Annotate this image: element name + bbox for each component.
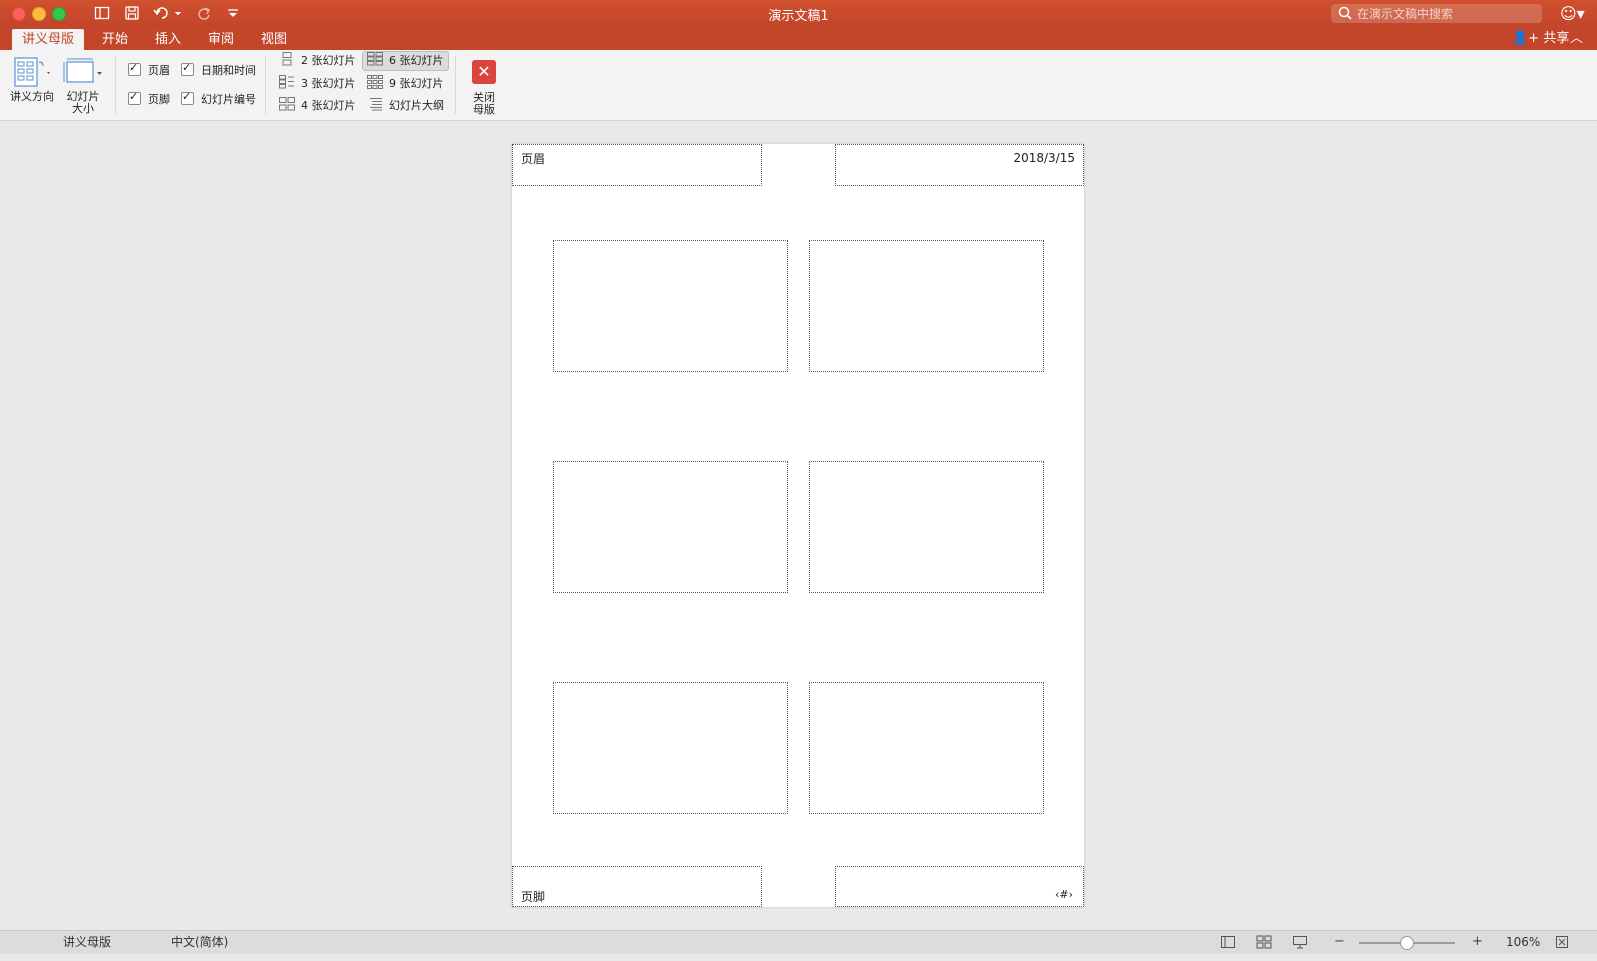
layout-6-slides-icon [367, 52, 383, 66]
normal-view-icon[interactable] [1220, 931, 1236, 961]
tab-review[interactable]: 审阅 [198, 29, 244, 50]
close-window-button[interactable] [12, 7, 26, 21]
date-time-checkbox[interactable]: 日期和时间 [181, 61, 256, 78]
header-checkbox[interactable]: 页眉 [128, 61, 170, 78]
add-person-icon: 👤+ [1512, 31, 1540, 46]
slide-sorter-view-icon[interactable] [1256, 931, 1272, 961]
ribbon-divider [265, 56, 266, 114]
handout-orientation-button[interactable]: 讲义方向 [8, 56, 56, 103]
date-placeholder[interactable]: 2018/3/15 [835, 144, 1084, 186]
search-icon [1337, 4, 1355, 28]
status-view-name: 讲义母版 [63, 935, 112, 949]
slide-thumbnail-placeholder[interactable] [809, 682, 1044, 814]
layout-2-slides-label: 2 张幻灯片 [301, 54, 356, 67]
ribbon-tab-bar: 讲义母版 开始 插入 审阅 视图 👤+ 共享 ︿ [0, 27, 1597, 50]
redo-icon[interactable] [196, 5, 212, 25]
slide-thumbnail-placeholder[interactable] [553, 682, 788, 814]
feedback-smiley-icon[interactable]: ☺▾ [1560, 4, 1585, 23]
status-bar: 讲义母版 中文(简体) − + 106% [0, 930, 1597, 954]
slide-number-checkbox-box[interactable] [181, 90, 194, 105]
status-language[interactable]: 中文(简体) [171, 931, 228, 953]
close-master-label-group[interactable]: 关闭 母版 [464, 92, 504, 116]
outline-icon [367, 97, 383, 111]
date-placeholder-text: 2018/3/15 [1013, 151, 1075, 165]
zoom-slider-thumb[interactable] [1400, 936, 1414, 950]
date-time-checkbox-label: 日期和时间 [201, 64, 256, 77]
share-label: 共享 [1543, 31, 1570, 46]
layout-3-slides-icon [279, 75, 295, 89]
slide-size-label-2: 大小 [72, 102, 94, 115]
handout-orientation-label: 讲义方向 [10, 90, 54, 103]
title-bar: 演示文稿1 ☺▾ [0, 0, 1597, 27]
zoom-out-icon[interactable]: − [1334, 931, 1345, 953]
slide-number-checkbox[interactable]: 幻灯片编号 [181, 90, 256, 107]
layout-outline-label: 幻灯片大纲 [389, 99, 444, 112]
footer-placeholder[interactable]: 页脚 [512, 866, 762, 907]
minimize-window-button[interactable] [32, 7, 46, 21]
header-checkbox-box[interactable] [128, 61, 141, 76]
slide-thumbnail-placeholder[interactable] [809, 461, 1044, 593]
layout-4-slides-icon [279, 97, 295, 111]
tab-insert[interactable]: 插入 [145, 29, 191, 50]
footer-checkbox[interactable]: 页脚 [128, 90, 170, 107]
customize-toolbar-icon[interactable] [226, 5, 240, 25]
ribbon-divider [115, 56, 116, 114]
slideshow-view-icon[interactable] [1292, 931, 1308, 961]
close-master-label-2: 母版 [473, 103, 495, 116]
footer-placeholder-text: 页脚 [521, 890, 546, 904]
layout-2-slides-icon [279, 52, 295, 66]
ribbon-divider [455, 56, 456, 114]
header-checkbox-label: 页眉 [148, 64, 170, 77]
close-icon[interactable]: ✕ [472, 60, 496, 84]
zoom-window-button[interactable] [52, 7, 66, 21]
layout-2-slides-button[interactable]: 2 张幻灯片 [275, 52, 360, 70]
layout-9-slides-button[interactable]: 9 张幻灯片 [363, 75, 448, 93]
layout-outline-button[interactable]: 幻灯片大纲 [363, 97, 448, 115]
slide-number-checkbox-label: 幻灯片编号 [201, 93, 256, 106]
slide-number-placeholder-text: ‹#› [1054, 888, 1073, 901]
zoom-percentage[interactable]: 106% [1506, 931, 1540, 953]
collapse-ribbon-chevron-icon[interactable]: ︿ [1570, 29, 1583, 48]
slide-thumbnail-placeholder[interactable] [553, 461, 788, 593]
slide-thumbnail-placeholder[interactable] [553, 240, 788, 372]
fit-to-window-icon[interactable] [1555, 931, 1569, 961]
date-time-checkbox-box[interactable] [181, 61, 194, 76]
search-input[interactable] [1357, 5, 1537, 22]
tab-home[interactable]: 开始 [92, 29, 138, 50]
ribbon: 讲义方向 幻灯片 大小 页眉 日期和时间 页脚 幻灯片编号 2 张幻灯片 3 张… [0, 50, 1597, 121]
header-placeholder[interactable]: 页眉 [512, 144, 762, 186]
layout-9-slides-icon [367, 75, 383, 89]
handout-page: 页眉 2018/3/15 页脚 ‹#› [512, 144, 1084, 907]
layout-3-slides-label: 3 张幻灯片 [301, 77, 356, 90]
layout-3-slides-button[interactable]: 3 张幻灯片 [275, 75, 360, 93]
footer-checkbox-label: 页脚 [148, 93, 170, 106]
tab-view[interactable]: 视图 [251, 29, 297, 50]
slide-size-button[interactable]: 幻灯片 大小 [60, 56, 106, 115]
undo-icon[interactable] [153, 5, 182, 25]
slide-size-icon [63, 58, 102, 83]
layout-6-slides-label: 6 张幻灯片 [389, 54, 444, 67]
search-box[interactable] [1331, 4, 1542, 23]
save-icon[interactable] [124, 5, 140, 25]
sidebar-toggle-icon[interactable] [94, 5, 110, 25]
slide-number-placeholder[interactable]: ‹#› [835, 866, 1084, 907]
handout-orientation-icon [14, 57, 50, 87]
header-placeholder-text: 页眉 [521, 152, 546, 166]
layout-4-slides-button[interactable]: 4 张幻灯片 [275, 97, 360, 115]
share-button[interactable]: 👤+ 共享 [1512, 29, 1569, 48]
tab-handout-master[interactable]: 讲义母版 [12, 29, 85, 50]
zoom-in-icon[interactable]: + [1472, 931, 1483, 953]
layout-9-slides-label: 9 张幻灯片 [389, 77, 444, 90]
slide-thumbnail-placeholder[interactable] [809, 240, 1044, 372]
layout-4-slides-label: 4 张幻灯片 [301, 99, 356, 112]
footer-checkbox-box[interactable] [128, 90, 141, 105]
layout-6-slides-button[interactable]: 6 张幻灯片 [362, 51, 449, 71]
